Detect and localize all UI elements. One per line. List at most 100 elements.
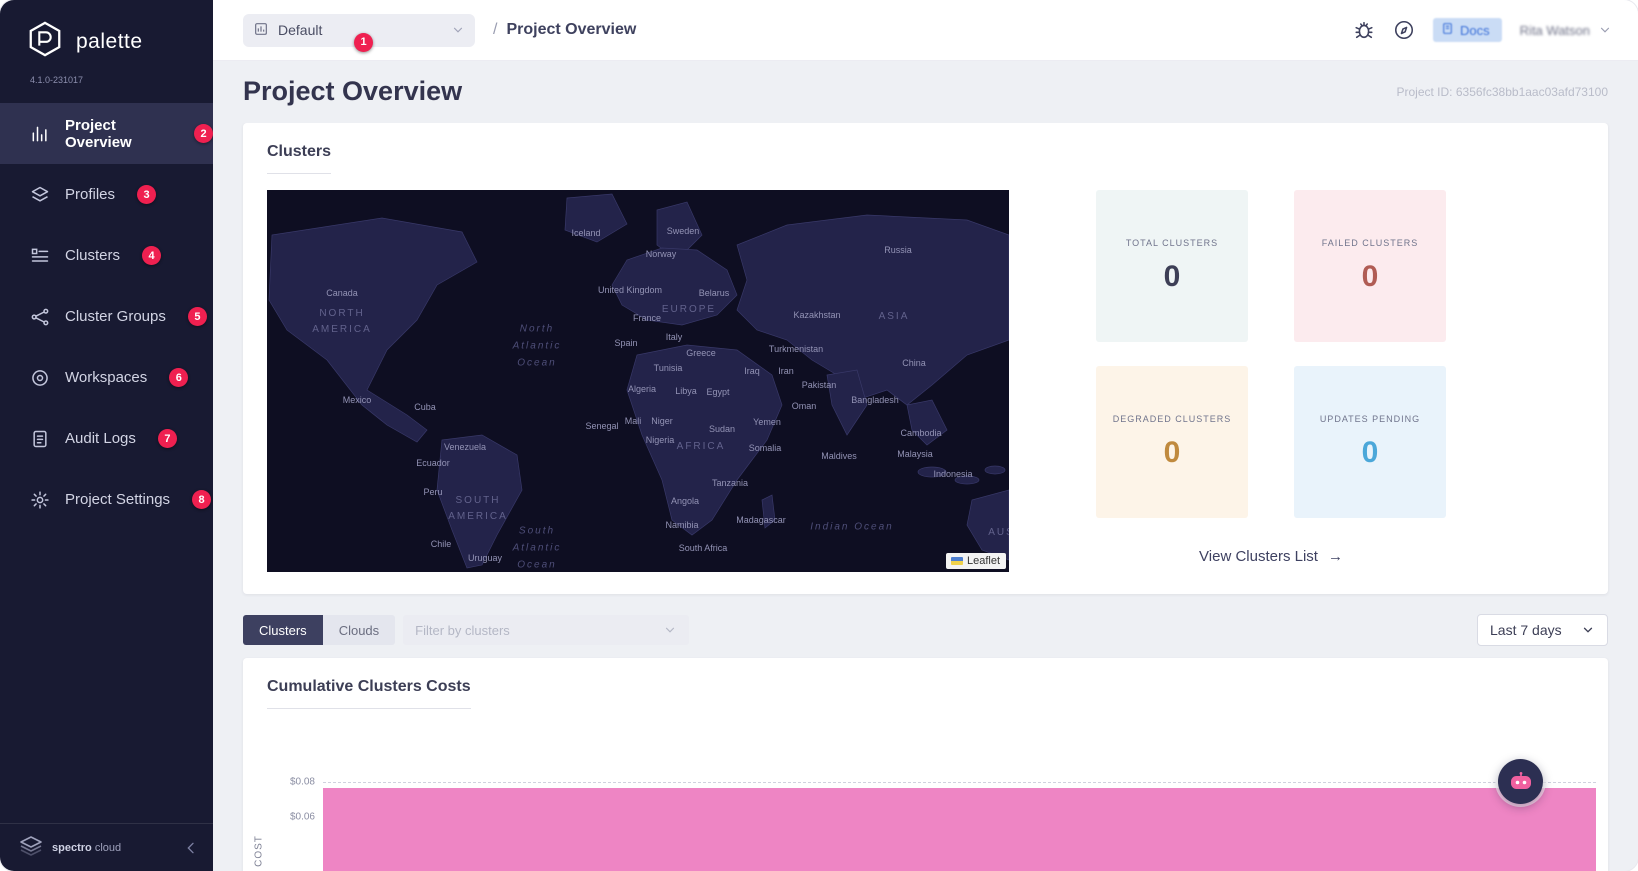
stat-tile-failed-clusters: FAILED CLUSTERS 0 — [1294, 190, 1446, 342]
stat-value: 0 — [1361, 436, 1379, 469]
costs-filter-bar: Clusters Clouds Filter by clusters Last … — [243, 614, 1608, 646]
sidebar-footer: spectro cloud — [0, 823, 213, 871]
assistant-fab-button[interactable] — [1498, 759, 1543, 804]
main-area: Default 1 / Project Overview Docs Rita W… — [213, 0, 1638, 871]
tab-clouds[interactable]: Clouds — [322, 615, 396, 645]
page-header: Project Overview Project ID: 6356fc38bb1… — [213, 61, 1638, 123]
tour-step-badge: 8 — [192, 490, 212, 509]
world-landmass-shapes — [268, 193, 1009, 569]
stat-value: 0 — [1163, 260, 1181, 293]
gridline-dashed — [323, 782, 1596, 783]
stat-label: FAILED CLUSTERS — [1321, 238, 1419, 248]
project-scope-value: Default — [278, 22, 323, 38]
nodes-icon — [30, 307, 50, 327]
brand-name: palette — [76, 29, 143, 53]
cumulative-costs-card: Cumulative Clusters Costs COST $0.08 $0.… — [243, 658, 1608, 871]
sidebar-item-label: Profiles — [65, 186, 116, 203]
chevron-down-icon — [1598, 23, 1612, 37]
sidebar-item-label: Audit Logs — [65, 430, 136, 447]
costs-tabs: Clusters Clouds — [243, 615, 396, 645]
user-menu[interactable]: Rita Watson — [1520, 23, 1612, 38]
tour-step-badge: 2 — [194, 124, 213, 143]
sidebar-item-clusters[interactable]: Clusters 4 — [0, 225, 213, 286]
chevron-down-icon — [663, 623, 677, 637]
project-scope-select[interactable]: Default 1 — [243, 13, 475, 52]
document-icon — [30, 429, 50, 449]
clusters-world-map[interactable]: Iceland Sweden Norway Russia Canada Unit… — [267, 190, 1009, 572]
sidebar-item-label: Project Settings — [65, 491, 171, 508]
spectro-cloud-wordmark: spectro cloud — [52, 841, 122, 854]
date-range-value: Last 7 days — [1490, 622, 1562, 638]
tour-step-badge: 7 — [157, 429, 177, 448]
brand-logo-row: palette — [0, 0, 213, 63]
sidebar-item-cluster-groups[interactable]: Cluster Groups 5 — [0, 286, 213, 347]
stat-label: TOTAL CLUSTERS — [1125, 238, 1219, 248]
collapse-sidebar-chevron-icon[interactable] — [183, 840, 199, 856]
tour-step-badge: 4 — [142, 246, 162, 265]
docs-label: Docs — [1460, 22, 1490, 38]
y-tick: $0.06 — [289, 811, 315, 823]
stat-tile-degraded-clusters: DEGRADED CLUSTERS 0 — [1096, 366, 1248, 518]
docs-button[interactable]: Docs — [1433, 18, 1502, 42]
disc-icon — [30, 368, 50, 388]
user-name: Rita Watson — [1519, 22, 1590, 38]
costs-area-chart: COST $0.08 $0.06 — [254, 751, 1596, 871]
view-clusters-list-label: View Clusters List — [1199, 548, 1318, 565]
topbar: Default 1 / Project Overview Docs Rita W… — [213, 0, 1638, 61]
palette-logo-icon — [26, 20, 64, 63]
help-compass-icon[interactable] — [1393, 19, 1415, 41]
breadcrumb-separator: / — [493, 21, 498, 38]
sidebar-item-label: Cluster Groups — [65, 308, 166, 325]
clusters-card-title: Clusters — [267, 143, 332, 174]
chevron-down-icon — [451, 23, 465, 37]
app-version: 4.1.0-231017 — [30, 75, 84, 85]
list-icon — [30, 246, 50, 266]
stat-label: UPDATES PENDING — [1319, 414, 1421, 424]
view-clusters-list-link[interactable]: View Clusters List → — [1096, 548, 1446, 565]
filter-placeholder: Filter by clusters — [415, 622, 510, 638]
stat-label: DEGRADED CLUSTERS — [1112, 414, 1232, 424]
stat-value: 0 — [1361, 260, 1379, 293]
date-range-select[interactable]: Last 7 days — [1477, 614, 1608, 646]
leaflet-attribution[interactable]: Leaflet — [945, 553, 1006, 569]
sidebar: palette 4.1.0-231017 Project Overview 2 … — [0, 0, 213, 871]
sidebar-item-profiles[interactable]: Profiles 3 — [0, 164, 213, 225]
page-content: Clusters Iceland Sweden Norway Russia Ca… — [213, 123, 1638, 871]
sidebar-item-project-settings[interactable]: Project Settings 8 — [0, 469, 213, 530]
sidebar-item-label: Clusters — [65, 247, 121, 264]
tour-step-badge: 5 — [187, 307, 207, 326]
arrow-right-icon: → — [1327, 548, 1343, 565]
y-tick: $0.08 — [289, 776, 315, 788]
sidebar-item-label: Project Overview — [65, 116, 132, 151]
clusters-card: Clusters Iceland Sweden Norway Russia Ca… — [243, 123, 1608, 594]
ukraine-flag-icon — [950, 557, 963, 565]
bug-report-icon[interactable] — [1353, 19, 1375, 41]
chevron-down-icon — [1581, 623, 1595, 637]
stat-tile-total-clusters: TOTAL CLUSTERS 0 — [1096, 190, 1248, 342]
docs-icon — [1441, 22, 1454, 38]
page-title: Project Overview — [243, 76, 463, 106]
cluster-stats: TOTAL CLUSTERS 0 FAILED CLUSTERS 0 DEGRA… — [1096, 190, 1446, 572]
breadcrumb-current: Project Overview — [506, 21, 637, 38]
filter-by-clusters-select[interactable]: Filter by clusters — [403, 615, 690, 645]
project-id: Project ID: 6356fc38bb1aac03afd73100 — [1396, 84, 1609, 99]
tour-step-badge: 6 — [169, 368, 189, 387]
layers-icon — [30, 185, 50, 205]
sidebar-nav: Project Overview 2 Profiles 3 Clusters 4 — [0, 103, 213, 823]
cost-area-series — [323, 788, 1596, 871]
sidebar-item-audit-logs[interactable]: Audit Logs 7 — [0, 408, 213, 469]
sidebar-item-workspaces[interactable]: Workspaces 6 — [0, 347, 213, 408]
project-scope-icon — [253, 21, 269, 40]
gear-icon — [30, 490, 50, 510]
breadcrumb: / Project Overview — [493, 21, 636, 39]
assistant-bot-icon — [1510, 771, 1531, 789]
app-window: palette 4.1.0-231017 Project Overview 2 … — [0, 0, 1638, 871]
sidebar-item-label: Workspaces — [65, 369, 148, 386]
topbar-actions: Docs Rita Watson — [1353, 18, 1612, 42]
sidebar-item-project-overview[interactable]: Project Overview 2 — [0, 103, 213, 164]
leaflet-label: Leaflet — [966, 555, 1000, 567]
tab-clusters[interactable]: Clusters — [243, 615, 323, 645]
stat-tile-updates-pending: UPDATES PENDING 0 — [1294, 366, 1446, 518]
tour-step-badge: 1 — [354, 32, 373, 52]
stat-value: 0 — [1163, 436, 1181, 469]
